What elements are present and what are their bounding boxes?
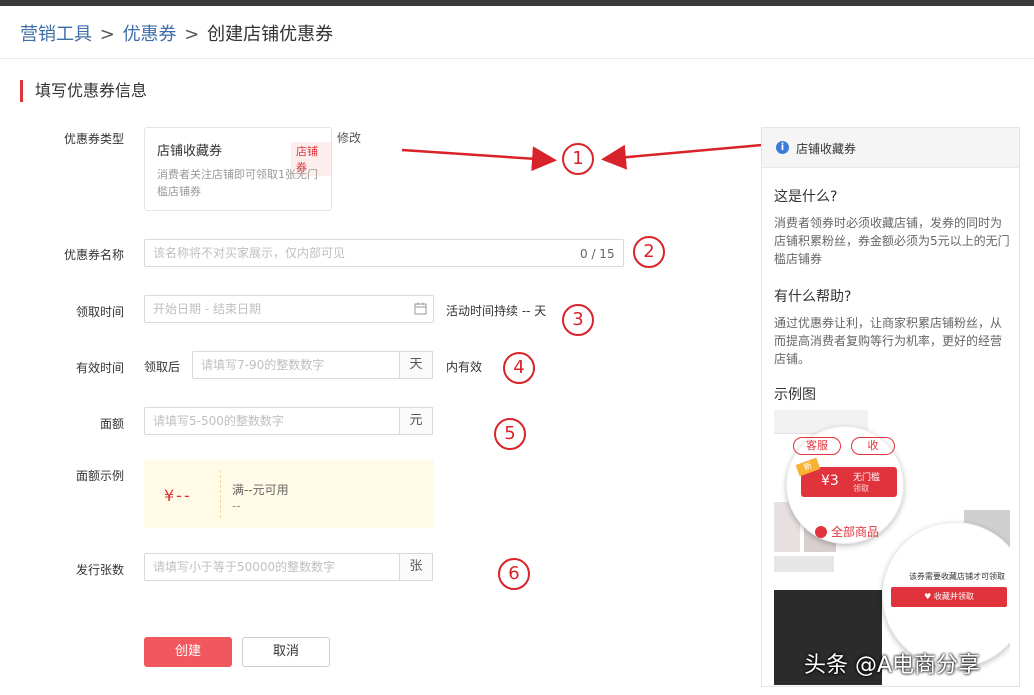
help-answer-benefit: 通过优惠券让利，让商家积累店铺粉丝，从而提高消费者复购等行为机率，更好的经营店铺…	[774, 316, 1003, 366]
annotation-6: 6	[498, 558, 530, 590]
info-icon: i	[776, 141, 789, 154]
annotation-4: 4	[503, 352, 535, 384]
help-panel: i 店铺收藏券 这是什么? 消费者领券时必须收藏店铺，发券的同时为店铺积累粉丝，…	[761, 127, 1020, 687]
example-all-goods: 全部商品	[815, 523, 879, 540]
help-example-title: 示例图	[774, 387, 816, 403]
example-coupon-value: ¥3	[821, 473, 839, 489]
annotation-5: 5	[494, 418, 526, 450]
example-image: 客服 收 新 ¥3 无门槛 领取 全部商品 该券需要收藏店铺才可领取 ♥ 收藏并…	[774, 410, 1010, 685]
watermark: 头条 @A电商分享	[804, 653, 981, 678]
annotation-1: 1	[562, 143, 594, 175]
goods-icon	[815, 526, 827, 538]
example-coupon-sub: 领取	[853, 484, 869, 493]
example-coupon: 新 ¥3 无门槛 领取	[795, 457, 897, 497]
example-coupon-tag: 新	[795, 457, 821, 477]
example-product-thumb	[774, 556, 834, 572]
example-zoom-store: 客服 收 新 ¥3 无门槛 领取 全部商品	[786, 426, 904, 544]
help-panel-title: 店铺收藏券	[796, 142, 857, 156]
annotation-2: 2	[633, 236, 665, 268]
example-favorite-claim-button: ♥ 收藏并领取	[891, 587, 1007, 607]
help-question-what: 这是什么?	[774, 189, 838, 205]
arrow-left	[401, 146, 557, 172]
example-service-button: 客服	[793, 437, 841, 455]
help-panel-header: i 店铺收藏券	[762, 128, 1019, 168]
arrow-right	[601, 143, 763, 170]
example-tip: 该券需要收藏店铺才可领取	[909, 572, 1005, 581]
help-question-benefit: 有什么帮助?	[774, 289, 852, 305]
help-answer-what: 消费者领券时必须收藏店铺，发券的同时为店铺积累粉丝，券金额必须为5元以上的无门槛…	[774, 216, 1010, 266]
example-all-goods-label: 全部商品	[831, 525, 880, 539]
example-coupon-title: 无门槛	[853, 473, 881, 483]
annotation-3: 3	[562, 304, 594, 336]
example-favorite-button: 收	[851, 437, 895, 455]
